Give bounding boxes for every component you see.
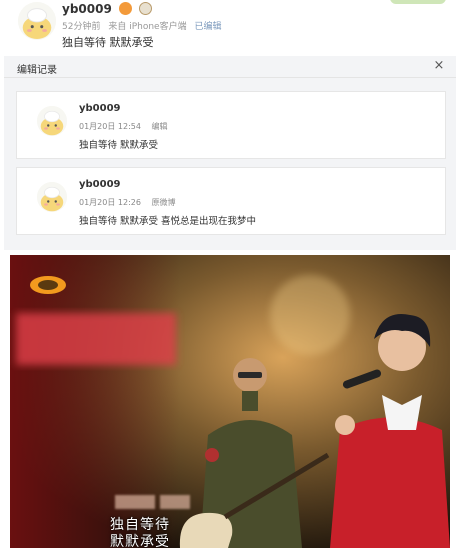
entry-tag: 原微博 xyxy=(151,198,176,207)
entry-text: 独自等待 默默承受 喜悦总是出现在我梦中 xyxy=(79,216,257,227)
avatar-icon[interactable] xyxy=(37,106,67,136)
entry-meta: 01月20日 12:54 编辑 xyxy=(79,121,176,132)
history-entry: yb0009 01月20日 12:54 编辑 独自等待 默默承受 xyxy=(16,91,446,159)
video-still[interactable]: 独自等待 默默承受 xyxy=(10,255,450,548)
stage-image xyxy=(10,255,450,548)
entry-tag: 编辑 xyxy=(151,122,168,131)
history-title: 编辑记录 xyxy=(17,65,57,76)
edited-link[interactable]: 已编辑 xyxy=(194,22,221,32)
post-header: yb0009 52分钟前 来自 iPhone客户端 已编辑 独自等待 默默承受 xyxy=(0,0,460,58)
avatar-icon[interactable] xyxy=(18,2,56,40)
entry-date: 01月20日 12:54 xyxy=(79,122,141,131)
history-entry: yb0009 01月20日 12:26 原微博 独自等待 默默承受 喜悦总是出现… xyxy=(16,167,446,235)
badge-icon xyxy=(119,2,132,15)
entry-username[interactable]: yb0009 xyxy=(79,103,121,114)
post-meta: 52分钟前 来自 iPhone客户端 已编辑 xyxy=(62,19,226,32)
decoration xyxy=(390,0,446,4)
post-time[interactable]: 52分钟前 xyxy=(62,22,100,32)
entry-text: 独自等待 默默承受 xyxy=(79,140,159,151)
post-source: 来自 iPhone客户端 xyxy=(108,22,187,32)
entry-date: 01月20日 12:26 xyxy=(79,198,141,207)
entry-meta: 01月20日 12:26 原微博 xyxy=(79,197,184,208)
username-text[interactable]: yb0009 xyxy=(62,2,112,16)
subtitle-line-2: 默默承受 xyxy=(110,534,170,548)
post-text: 独自等待 默默承受 xyxy=(62,36,154,49)
avatar-icon[interactable] xyxy=(37,182,67,212)
divider xyxy=(4,77,456,78)
close-icon[interactable]: × xyxy=(432,59,446,73)
blurred-caption xyxy=(115,495,155,509)
edit-history-panel: 编辑记录 × yb0009 01月20日 12:54 编辑 独自等待 默默承受 xyxy=(4,56,456,250)
entry-username[interactable]: yb0009 xyxy=(79,179,121,190)
badge-icon xyxy=(139,2,153,15)
blurred-caption xyxy=(160,495,190,509)
post-username[interactable]: yb0009 xyxy=(62,2,153,16)
